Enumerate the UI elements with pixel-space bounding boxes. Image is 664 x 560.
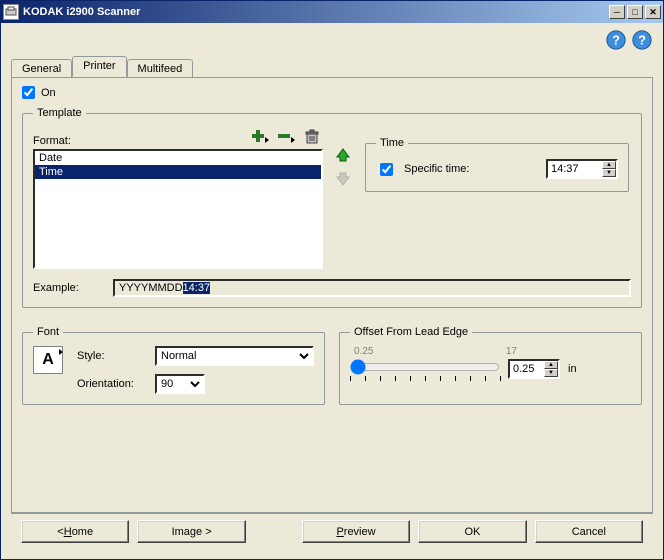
template-group: Template Format: bbox=[22, 107, 642, 308]
example-label: Example: bbox=[33, 282, 103, 294]
font-glyph: A bbox=[42, 351, 54, 369]
on-label: On bbox=[41, 87, 56, 99]
on-checkbox-row: On bbox=[22, 86, 642, 99]
example-plain: YYYYMMDD bbox=[119, 282, 183, 294]
offset-group: Offset From Lead Edge 0.25 17 bbox=[339, 326, 642, 405]
list-item[interactable]: Time bbox=[35, 165, 321, 179]
offset-slider[interactable] bbox=[350, 359, 500, 381]
font-preview-icon: A bbox=[33, 346, 63, 374]
home-label-rest: ome bbox=[72, 526, 93, 538]
image-button[interactable]: Image > bbox=[137, 520, 245, 543]
on-checkbox[interactable] bbox=[22, 86, 35, 99]
offset-unit: in bbox=[568, 363, 577, 375]
offset-input[interactable] bbox=[510, 361, 544, 377]
cancel-button[interactable]: Cancel bbox=[535, 520, 643, 543]
specific-time-input[interactable] bbox=[548, 161, 602, 177]
offset-value-field[interactable]: ▲▼ bbox=[508, 359, 560, 379]
home-button[interactable]: < Home bbox=[21, 520, 129, 543]
add-button[interactable] bbox=[249, 127, 271, 147]
ok-label: OK bbox=[464, 526, 480, 538]
orientation-combo[interactable]: 90 bbox=[155, 374, 205, 394]
add-icon bbox=[251, 129, 269, 145]
time-spin-buttons[interactable]: ▲▼ bbox=[602, 161, 616, 177]
tab-general-label: General bbox=[22, 63, 61, 75]
specific-time-label: Specific time: bbox=[404, 163, 538, 175]
tab-general[interactable]: General bbox=[11, 59, 72, 78]
globe-help-icon[interactable]: ? bbox=[605, 29, 627, 54]
tab-multifeed-label: Multifeed bbox=[138, 63, 183, 75]
format-listbox[interactable]: Date Time bbox=[33, 149, 323, 269]
maximize-button[interactable]: □ bbox=[627, 5, 643, 19]
titlebar: KODAK i2900 Scanner ─ □ ✕ bbox=[1, 1, 663, 23]
example-highlight: 14:37 bbox=[183, 282, 211, 294]
move-down-icon bbox=[335, 171, 351, 187]
tab-printer[interactable]: Printer bbox=[72, 56, 126, 77]
move-up-icon bbox=[335, 147, 351, 163]
template-legend: Template bbox=[33, 107, 86, 119]
style-label: Style: bbox=[77, 350, 147, 362]
preview-label-rest: review bbox=[344, 526, 376, 538]
svg-text:?: ? bbox=[638, 33, 646, 48]
trash-icon bbox=[304, 129, 320, 145]
offset-max-label: 17 bbox=[506, 346, 517, 357]
time-group: Time Specific time: ▲▼ bbox=[365, 137, 629, 192]
offset-min-label: 0.25 bbox=[354, 346, 373, 357]
example-field: YYYYMMDD14:37 bbox=[113, 279, 631, 297]
close-button[interactable]: ✕ bbox=[645, 5, 661, 19]
tab-printer-label: Printer bbox=[83, 60, 115, 72]
slider-ticks bbox=[350, 376, 500, 382]
tab-multifeed[interactable]: Multifeed bbox=[127, 59, 194, 78]
app-icon bbox=[3, 4, 19, 20]
move-up-button[interactable] bbox=[333, 145, 353, 165]
time-legend: Time bbox=[376, 137, 408, 149]
orientation-label: Orientation: bbox=[77, 378, 147, 390]
font-group: Font A Style: Normal Orientation: bbox=[22, 326, 325, 405]
remove-button[interactable] bbox=[275, 127, 297, 147]
remove-icon bbox=[277, 129, 295, 145]
tab-panel-printer: On Template Format: bbox=[11, 77, 653, 513]
footer-buttons: < Home Image > Preview OK Cancel bbox=[11, 513, 653, 551]
client-area: ? ? General Printer Multifeed On Templat… bbox=[1, 23, 663, 559]
preview-button[interactable]: Preview bbox=[302, 520, 410, 543]
ok-button[interactable]: OK bbox=[418, 520, 526, 543]
format-label: Format: bbox=[33, 135, 71, 147]
offset-legend: Offset From Lead Edge bbox=[350, 326, 472, 338]
specific-time-field[interactable]: ▲▼ bbox=[546, 159, 618, 179]
offset-spin-buttons[interactable]: ▲▼ bbox=[544, 361, 558, 377]
list-item[interactable]: Date bbox=[35, 151, 321, 165]
image-label: Image > bbox=[172, 526, 212, 538]
context-help-icon[interactable]: ? bbox=[631, 29, 653, 54]
app-window: KODAK i2900 Scanner ─ □ ✕ ? ? General Pr… bbox=[0, 0, 664, 560]
style-combo[interactable]: Normal bbox=[155, 346, 314, 366]
help-icons: ? ? bbox=[605, 29, 653, 54]
tabstrip: General Printer Multifeed bbox=[11, 55, 653, 77]
svg-text:?: ? bbox=[612, 33, 620, 48]
window-title: KODAK i2900 Scanner bbox=[23, 6, 140, 18]
minimize-button[interactable]: ─ bbox=[609, 5, 625, 19]
cancel-label: Cancel bbox=[572, 526, 606, 538]
move-down-button bbox=[333, 169, 353, 189]
font-legend: Font bbox=[33, 326, 63, 338]
specific-time-checkbox[interactable] bbox=[380, 163, 393, 176]
delete-button[interactable] bbox=[301, 127, 323, 147]
